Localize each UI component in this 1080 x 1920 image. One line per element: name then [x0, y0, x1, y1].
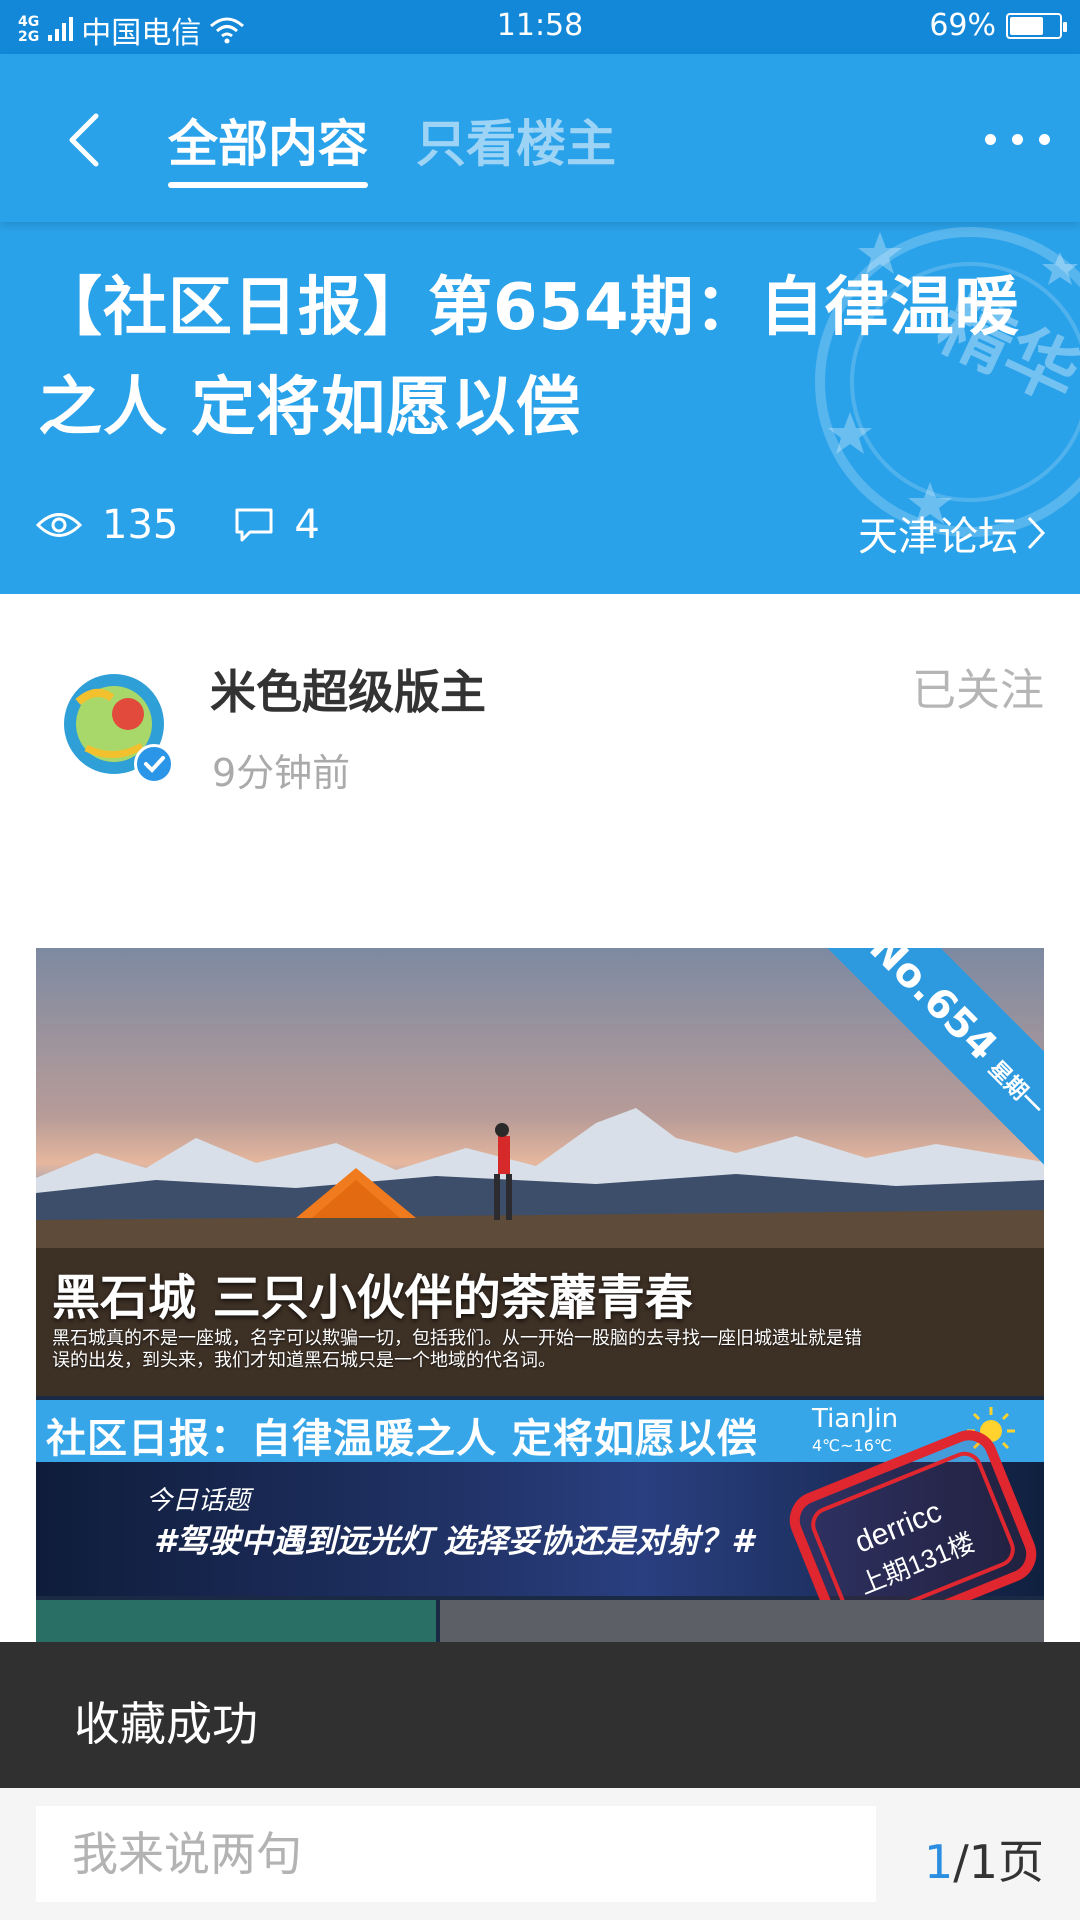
post-stats: 135 4 [36, 502, 376, 548]
author-info: 米色超级版主 9分钟前 已关注 [0, 594, 1080, 894]
status-bar: 4G 2G 中国电信 11:58 69% [0, 0, 1080, 54]
weather-city: TianJin [812, 1404, 899, 1434]
tab-only-op-label: 只看楼主 [416, 115, 616, 173]
poster-summary: 黑石城真的不是一座城，名字可以欺骗一切，包括我们。从一开始一股脑的去寻找一座旧城… [52, 1328, 862, 1371]
topic-question: #驾驶中遇到远光灯 选择妥协还是对射？# [154, 1522, 754, 1560]
battery-level [1010, 16, 1043, 35]
author-name[interactable]: 米色超级版主 [210, 656, 486, 722]
page-indicator[interactable]: 1/1页 [924, 1826, 1044, 1892]
avatar[interactable] [56, 666, 174, 784]
forum-link[interactable]: 天津论坛 [858, 504, 1046, 562]
comment-count-value: 4 [294, 502, 320, 548]
comment-icon [235, 508, 273, 542]
post-header-banner: 精华 【社区日报】第654期：自律温暖之人 定将如愿以偿 135 4 天津论坛 [0, 222, 1080, 594]
battery-percent: 69% [929, 8, 996, 43]
thumbnail-left [36, 1600, 436, 1642]
total-pages: /1页 [953, 1835, 1044, 1889]
view-count: 135 [36, 502, 178, 548]
post-poster-image[interactable]: 黑石城 三只小伙伴的荼蘼青春 黑石城真的不是一座城，名字可以欺骗一切，包括我们。… [36, 948, 1044, 1642]
topic-label: 今日话题 [146, 1486, 251, 1516]
verified-badge-icon [134, 744, 174, 784]
bottom-reply-bar: 1/1页 [0, 1788, 1080, 1920]
current-page: 1 [923, 1835, 954, 1889]
thumbnail-right [440, 1600, 1044, 1642]
poster-photo: 黑石城 三只小伙伴的荼蘼青春 黑石城真的不是一座城，名字可以欺骗一切，包括我们。… [36, 948, 1044, 1396]
forum-name: 天津论坛 [858, 514, 1018, 560]
more-options-icon[interactable] [985, 134, 1050, 145]
daily-topic-banner: 今日话题 #驾驶中遇到远光灯 选择妥协还是对射？# derricc 上期131楼 [36, 1430, 1044, 1642]
reply-input[interactable] [36, 1806, 876, 1902]
post-time: 9分钟前 [212, 751, 351, 795]
view-count-value: 135 [102, 502, 179, 548]
battery-icon [1006, 12, 1067, 39]
post-title: 【社区日报】第654期：自律温暖之人 定将如愿以偿 [38, 271, 1020, 445]
poster-headline: 黑石城 三只小伙伴的荼蘼青春 [52, 1270, 693, 1326]
follow-button[interactable]: 已关注 [912, 654, 1044, 718]
top-nav-bar: 全部内容 只看楼主 [0, 54, 1080, 222]
tab-only-op[interactable]: 只看楼主 [416, 104, 616, 176]
clock: 11:58 [496, 8, 584, 43]
issue-weekday: 星期一 [983, 1056, 1044, 1121]
poster-thumbnails [36, 1600, 1044, 1642]
tab-all-content-label: 全部内容 [168, 115, 368, 173]
toast-message: 收藏成功 [74, 1697, 258, 1751]
strip-text: 社区日报：自律温暖之人 定将如愿以偿 [46, 1416, 758, 1462]
comment-count: 4 [234, 502, 320, 548]
eye-icon [36, 513, 82, 537]
chevron-right-icon [1027, 516, 1046, 550]
back-arrow-icon[interactable] [62, 110, 110, 170]
toast-notification: 收藏成功 [0, 1642, 1080, 1788]
active-tab-indicator [168, 182, 368, 188]
tab-all-content[interactable]: 全部内容 [168, 104, 368, 188]
